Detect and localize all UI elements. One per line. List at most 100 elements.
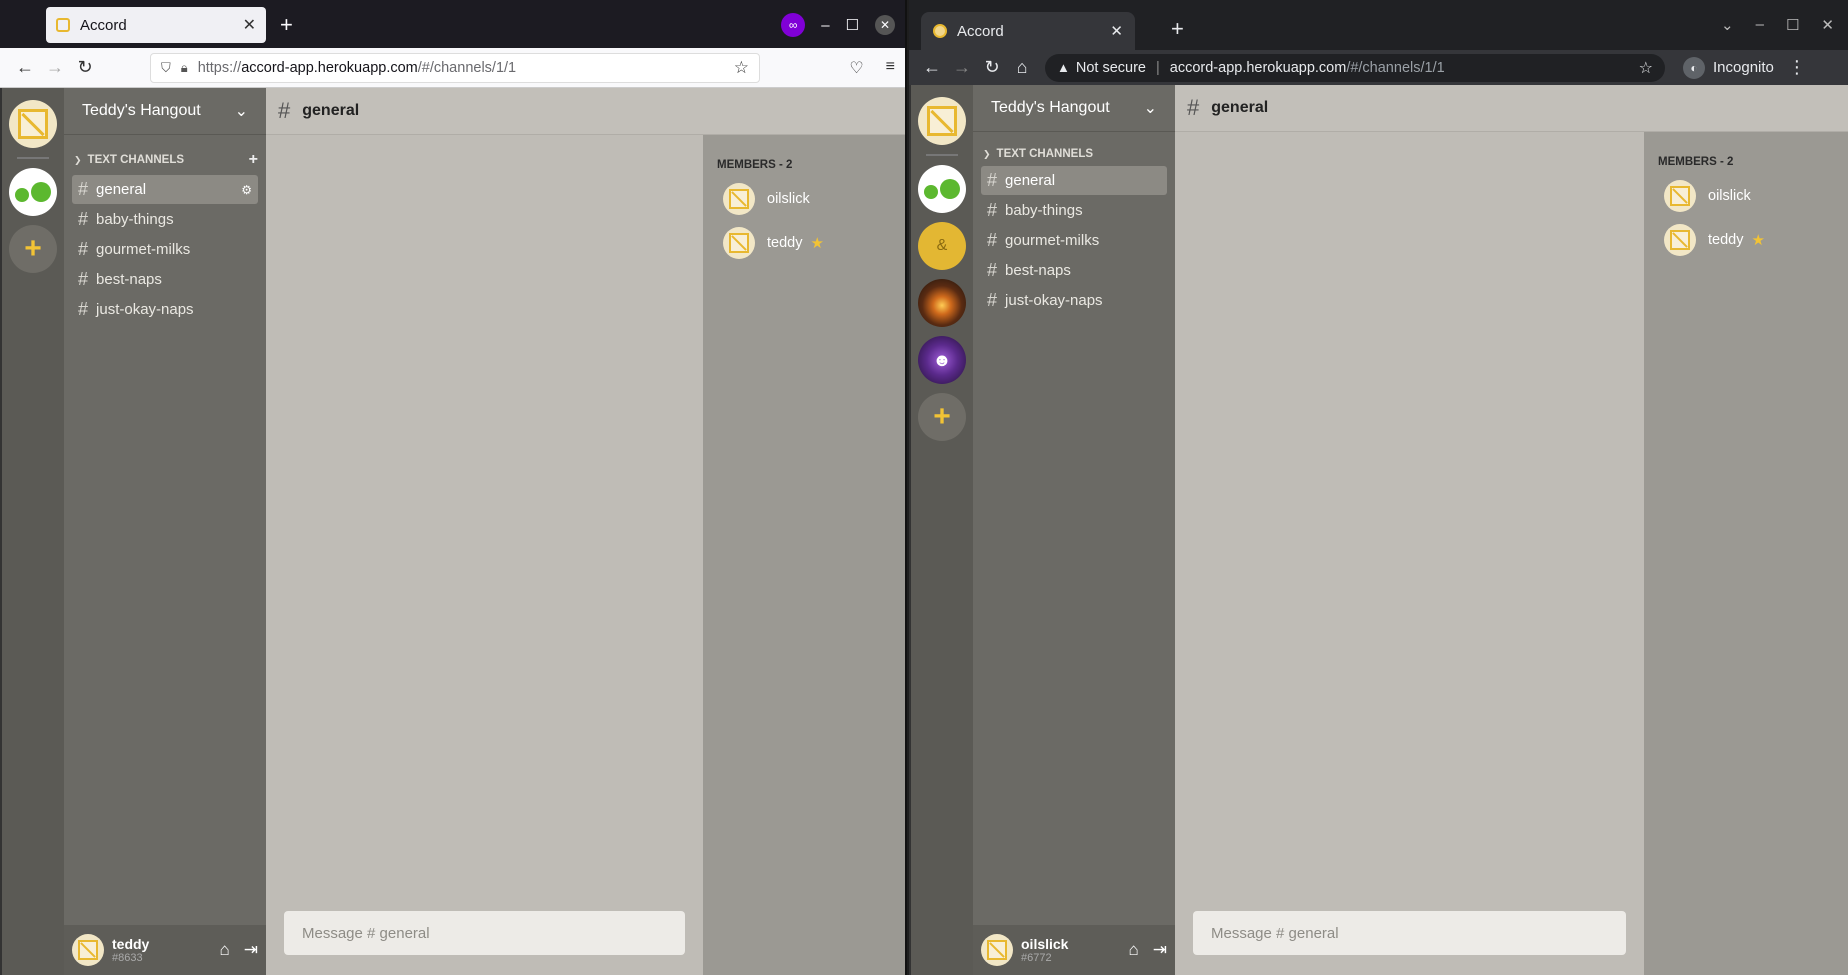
message-input[interactable]: Message # general (1193, 911, 1626, 955)
reload-icon[interactable]: ↻ (977, 57, 1007, 78)
channel-item-best-naps[interactable]: # best-naps (981, 256, 1167, 285)
server-header[interactable]: Teddy's Hangout ⌄ (973, 85, 1175, 132)
category-header[interactable]: ❯ TEXT CHANNELS (981, 140, 1167, 166)
chrome-window: Accord ✕ + ⌄ – ☐ ✕ ← → ↻ ⌂ ▲ Not secure … (909, 0, 1848, 975)
channel-item-best-naps[interactable]: # best-naps (72, 265, 258, 294)
accord-logo-icon (729, 233, 749, 253)
close-tab-icon[interactable]: ✕ (1110, 22, 1123, 40)
channel-item-general[interactable]: # general (981, 166, 1167, 195)
server-teddys-hangout[interactable] (918, 165, 966, 213)
chrome-tab-bar: Accord ✕ + ⌄ – ☐ ✕ (909, 0, 1848, 50)
server-divider (926, 154, 958, 156)
window-controls: ∞ – ☐ ✕ (781, 13, 895, 37)
add-server-button[interactable]: + (9, 225, 57, 273)
channel-item-baby-things[interactable]: # baby-things (72, 205, 258, 234)
chevron-down-icon[interactable]: ⌄ (1144, 98, 1157, 118)
address-bar[interactable]: ⛉ 🔒︎ https:// accord-app.herokuapp.com /… (150, 52, 760, 83)
home-icon[interactable]: ⌂ (1007, 57, 1037, 78)
browser-tab[interactable]: Accord ✕ (46, 7, 266, 43)
server-list: & ☻ + (909, 85, 973, 975)
channel-item-just-okay-naps[interactable]: # just-okay-naps (72, 295, 258, 324)
user-tag: #8633 (112, 951, 143, 964)
category-header[interactable]: ❯ TEXT CHANNELS + (72, 143, 258, 175)
server-list: + (0, 88, 64, 975)
add-channel-icon[interactable]: + (249, 151, 258, 169)
pocket-icon[interactable]: ♡ (849, 58, 863, 78)
channel-sidebar: Teddy's Hangout ⌄ ❯ TEXT CHANNELS + # gen… (64, 88, 266, 975)
member-item[interactable]: teddy ★ (1658, 218, 1834, 262)
category-label: TEXT CHANNELS (996, 148, 1094, 160)
back-icon[interactable]: ← (917, 57, 947, 78)
channel-item-general[interactable]: # general ⚙ (72, 175, 258, 204)
menu-icon[interactable]: ≡ (886, 58, 895, 78)
maximize-icon[interactable]: ☐ (846, 16, 859, 34)
forward-icon[interactable]: → (40, 57, 70, 78)
gear-icon[interactable]: ⚙ (241, 183, 252, 197)
server-yellow[interactable]: & (918, 222, 966, 270)
user-tag: #6772 (1021, 951, 1052, 964)
channel-item-gourmet-milks[interactable]: # gourmet-milks (72, 235, 258, 264)
close-window-icon[interactable]: ✕ (875, 15, 895, 35)
avatar[interactable] (981, 934, 1013, 966)
home-server-button[interactable] (9, 100, 57, 148)
channel-label: just-okay-naps (96, 301, 194, 318)
server-ghost[interactable]: ☻ (918, 336, 966, 384)
forward-icon[interactable]: → (947, 57, 977, 78)
hash-icon: # (1187, 95, 1200, 120)
lock-icon[interactable]: 🔒︎ (181, 60, 188, 76)
incognito-indicator[interactable]: ◐ Incognito (1683, 56, 1774, 79)
channel-item-baby-things[interactable]: # baby-things (981, 196, 1167, 225)
chevron-down-icon[interactable]: ⌄ (235, 101, 248, 121)
server-header[interactable]: Teddy's Hangout ⌄ (64, 88, 266, 135)
bookmark-star-icon[interactable]: ☆ (734, 58, 749, 78)
members-heading: MEMBERS - 2 (1658, 156, 1734, 168)
bookmark-star-icon[interactable]: ☆ (1639, 58, 1653, 78)
home-icon[interactable]: ⌂ (219, 940, 229, 960)
home-icon[interactable]: ⌂ (1128, 940, 1138, 960)
maximize-icon[interactable]: ☐ (1786, 16, 1799, 34)
server-sunset[interactable] (918, 279, 966, 327)
new-tab-icon[interactable]: + (1171, 16, 1184, 42)
member-item[interactable]: oilslick (1658, 174, 1834, 218)
back-icon[interactable]: ← (10, 57, 40, 78)
main-panel: # general Message # general MEMBERS - 2 … (266, 88, 905, 975)
channel-item-just-okay-naps[interactable]: # just-okay-naps (981, 286, 1167, 315)
browser-tab[interactable]: Accord ✕ (921, 12, 1135, 50)
channel-label: general (96, 181, 147, 198)
kebab-menu-icon[interactable]: ⋮ (1788, 57, 1806, 78)
message-input[interactable]: Message # general (284, 911, 685, 955)
security-label[interactable]: Not secure (1076, 60, 1146, 76)
accord-app: + Teddy's Hangout ⌄ ❯ TEXT CHANNELS + # g… (0, 88, 905, 975)
channel-list: ❯ TEXT CHANNELS # general # baby-things # g… (973, 132, 1175, 925)
hash-icon: # (987, 260, 998, 280)
minimize-icon[interactable]: – (1756, 16, 1764, 34)
accord-logo-icon (729, 189, 749, 209)
minimize-icon[interactable]: – (821, 17, 829, 34)
username: teddy (112, 935, 150, 952)
tab-search-icon[interactable]: ⌄ (1721, 16, 1734, 34)
channel-item-gourmet-milks[interactable]: # gourmet-milks (981, 226, 1167, 255)
reload-icon[interactable]: ↻ (70, 57, 100, 78)
server-divider (17, 157, 49, 159)
new-tab-icon[interactable]: + (280, 12, 293, 38)
close-window-icon[interactable]: ✕ (1821, 16, 1834, 34)
logout-icon[interactable]: ⇥ (244, 940, 258, 960)
channel-label: baby-things (1005, 202, 1083, 219)
url-host: accord-app.herokuapp.com (241, 59, 418, 76)
chevron-icon: ❯ (74, 154, 82, 165)
logout-icon[interactable]: ⇥ (1153, 940, 1167, 960)
add-server-button[interactable]: + (918, 393, 966, 441)
server-teddys-hangout[interactable] (9, 168, 57, 216)
server-name: Teddy's Hangout (991, 99, 1110, 116)
channel-label: just-okay-naps (1005, 292, 1103, 309)
member-item[interactable]: oilslick (717, 177, 891, 221)
address-bar[interactable]: ▲ Not secure | accord-app.herokuapp.com … (1045, 53, 1665, 82)
close-tab-icon[interactable]: ✕ (243, 15, 256, 35)
home-server-button[interactable] (918, 97, 966, 145)
hash-icon: # (78, 179, 89, 199)
avatar[interactable] (72, 934, 104, 966)
user-panel: teddy #8633 ⌂ ⇥ (64, 925, 266, 975)
member-item[interactable]: teddy ★ (717, 221, 891, 265)
warning-icon[interactable]: ▲ (1057, 60, 1070, 75)
shield-icon[interactable]: ⛉ (161, 60, 171, 76)
